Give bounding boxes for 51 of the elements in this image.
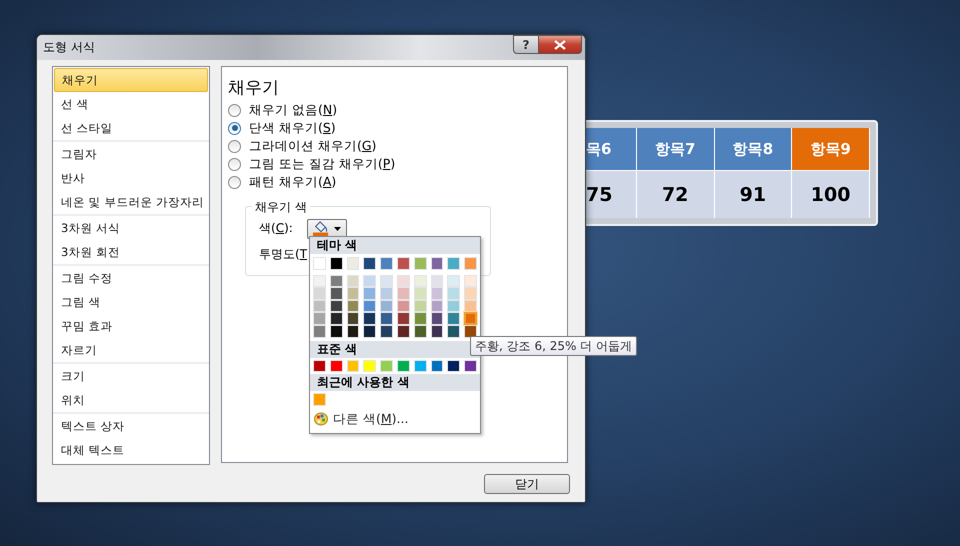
category-item[interactable]: 대체 텍스트 xyxy=(54,438,208,462)
section-header: 최근에 사용한 색 xyxy=(310,374,480,392)
window-title: 도형 서식 xyxy=(43,39,95,56)
table-cell: 91 xyxy=(714,171,792,218)
category-item[interactable]: 네온 및 부드러운 가장자리 xyxy=(54,190,208,214)
section-header: 테마 색 xyxy=(310,237,480,254)
color-swatch[interactable] xyxy=(464,312,477,325)
transparency-label: 투명도(T xyxy=(259,246,308,264)
category-item[interactable]: 위치 xyxy=(54,388,208,412)
header-cell: 목6 xyxy=(586,128,637,171)
paint-bucket-icon xyxy=(311,220,331,237)
help-button[interactable]: ? xyxy=(513,35,539,54)
category-item[interactable]: 채우기 xyxy=(54,68,208,92)
more-colors-item[interactable]: 다른 색(M)... xyxy=(333,410,408,428)
close-dialog-button[interactable]: 닫기 xyxy=(484,474,570,494)
category-item[interactable]: 선 색 xyxy=(54,92,208,116)
header-cell: 항목7 xyxy=(636,128,715,171)
radio-button[interactable] xyxy=(228,122,241,135)
category-item[interactable]: 선 스타일 xyxy=(54,116,208,140)
category-item[interactable]: 그림자 xyxy=(54,142,208,166)
category-item[interactable]: 그림 수정 xyxy=(54,266,208,290)
category-item[interactable]: 텍스트 상자 xyxy=(54,414,208,438)
palette-icon xyxy=(314,412,328,426)
caret-icon xyxy=(334,226,341,231)
panel-heading: 채우기 xyxy=(228,77,280,99)
header-cell: 항목9 xyxy=(792,128,870,171)
category-item[interactable]: 크기 xyxy=(54,364,208,388)
radio-button[interactable] xyxy=(228,104,241,117)
table-cell: 72 xyxy=(636,171,715,218)
close-icon xyxy=(554,40,566,50)
category-item[interactable]: 그림 색 xyxy=(54,290,208,314)
color-label: 색(C): xyxy=(259,220,294,238)
category-item[interactable]: 3차원 회전 xyxy=(54,240,208,264)
radio-label[interactable]: 채우기 없음(N) xyxy=(249,102,338,119)
color-picker-button[interactable] xyxy=(307,218,347,239)
category-item[interactable]: 자르기 xyxy=(54,338,208,362)
radio-button[interactable] xyxy=(228,158,241,172)
radio-button[interactable] xyxy=(228,176,241,190)
category-item[interactable]: 반사 xyxy=(54,166,208,190)
table-cell: 75 xyxy=(586,171,637,218)
radio-label[interactable]: 패턴 채우기(A) xyxy=(249,174,336,192)
radio-label[interactable]: 단색 채우기(S) xyxy=(249,120,336,137)
radio-label[interactable]: 그림 또는 질감 채우기(P) xyxy=(249,156,396,174)
category-item[interactable]: 3차원 서식 xyxy=(54,216,208,240)
header-cell: 항목8 xyxy=(714,128,792,171)
close-button[interactable] xyxy=(539,35,582,54)
tooltip: 주황, 강조 6, 25% 더 어둡게 xyxy=(470,336,638,356)
category-item[interactable]: 꾸밈 효과 xyxy=(54,314,208,338)
table-cell: 100 xyxy=(792,171,870,218)
radio-button[interactable] xyxy=(228,140,241,153)
radio-label[interactable]: 그라데이션 채우기(G) xyxy=(249,138,376,155)
